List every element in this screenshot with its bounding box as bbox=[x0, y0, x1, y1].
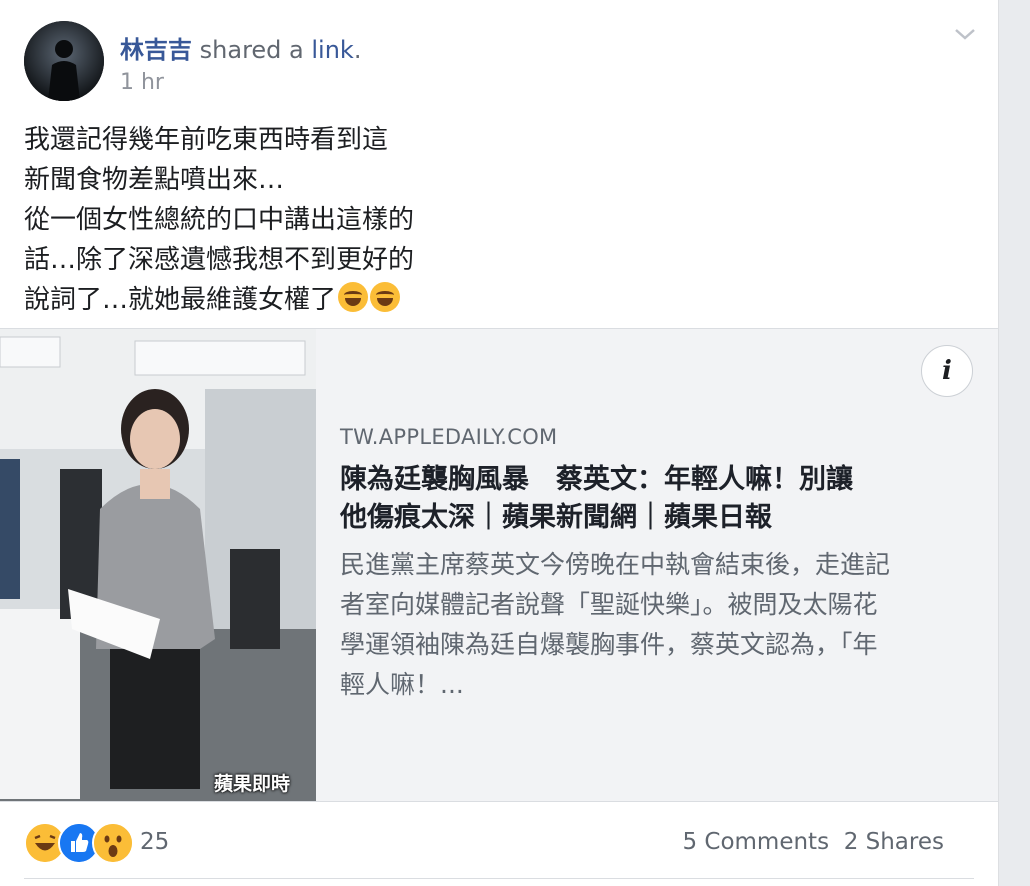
link-description: 民進黨主席蔡英文今傍晚在中執會結束後，走進記 者室向媒體記者說聲「聖誕快樂」。被… bbox=[340, 545, 970, 705]
link-preview[interactable]: 蘋果即時 i TW.APPLEDAILY.COM 陳為廷襲胸風暴 蔡英文：年輕人… bbox=[0, 328, 998, 802]
link-description-line: 輕人嘛！... bbox=[340, 670, 464, 699]
action-link[interactable]: link bbox=[311, 36, 353, 64]
link-description-line: 學運領袖陳為廷自爆襲胸事件，蔡英文認為，「年 bbox=[340, 630, 878, 659]
action-suffix: . bbox=[353, 36, 362, 64]
avatar-image bbox=[24, 21, 104, 101]
link-preview-image[interactable]: 蘋果即時 bbox=[0, 329, 316, 801]
link-domain: TW.APPLEDAILY.COM bbox=[340, 425, 558, 449]
post-text-line: 話…除了深感遺憾我想不到更好的 bbox=[24, 245, 415, 275]
shares-link[interactable]: 2 Shares bbox=[844, 829, 944, 855]
post-text-line-last: 說詞了…就她最維護女權了 bbox=[24, 280, 494, 320]
article-photo bbox=[0, 329, 316, 801]
image-watermark: 蘋果即時 bbox=[214, 773, 291, 795]
divider bbox=[24, 878, 974, 879]
link-title-line: 陳為廷襲胸風暴 蔡英文：年輕人嘛！別讓 bbox=[340, 464, 853, 495]
post-text-line: 說詞了…就她最維護女權了 bbox=[24, 285, 337, 315]
post-timestamp[interactable]: 1 hr bbox=[120, 70, 164, 95]
rofl-emoji-icon bbox=[370, 282, 401, 312]
link-title[interactable]: 陳為廷襲胸風暴 蔡英文：年輕人嘛！別讓 他傷痕太深｜蘋果新聞網｜蘋果日報 bbox=[340, 461, 970, 537]
post-text-line: 從一個女性總統的口中講出這樣的 bbox=[24, 205, 415, 235]
comments-link[interactable]: 5 Comments bbox=[682, 829, 829, 855]
post-stats: 5 Comments 2 Shares bbox=[682, 829, 944, 855]
post-header: 林吉吉 shared a link. bbox=[120, 30, 361, 65]
info-icon[interactable]: i bbox=[921, 345, 973, 397]
post-card: 林吉吉 shared a link. 1 hr 我還記得幾年前吃東西時看到這 新… bbox=[0, 0, 999, 886]
rofl-emoji-icon bbox=[338, 282, 369, 312]
reaction-count[interactable]: 25 bbox=[140, 829, 169, 855]
link-description-line: 者室向媒體記者說聲「聖誕快樂」。被問及太陽花 bbox=[340, 590, 878, 619]
link-description-line: 民進黨主席蔡英文今傍晚在中執會結束後，走進記 bbox=[340, 550, 891, 579]
link-title-line: 他傷痕太深｜蘋果新聞網｜蘋果日報 bbox=[340, 502, 772, 533]
action-text: shared a bbox=[199, 36, 312, 64]
post-text-line: 我還記得幾年前吃東西時看到這 bbox=[24, 125, 389, 155]
author-name[interactable]: 林吉吉 bbox=[120, 36, 192, 64]
avatar[interactable] bbox=[24, 21, 104, 101]
chevron-down-icon[interactable] bbox=[952, 24, 978, 44]
post-text: 我還記得幾年前吃東西時看到這 新聞食物差點噴出來… 從一個女性總統的口中講出這樣… bbox=[24, 120, 494, 320]
wow-icon[interactable] bbox=[92, 822, 134, 864]
post-text-line: 新聞食物差點噴出來… bbox=[24, 165, 285, 195]
